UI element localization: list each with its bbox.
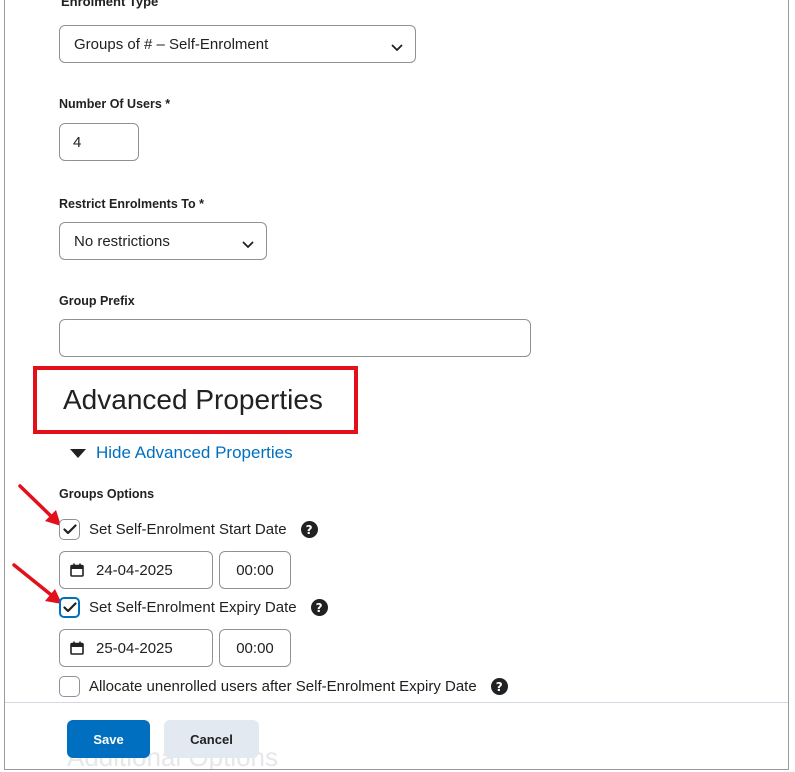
start-date-option: Set Self-Enrolment Start Date ? xyxy=(59,519,318,540)
expiry-date-option: Set Self-Enrolment Expiry Date ? xyxy=(59,597,328,618)
expiry-date-checkbox[interactable] xyxy=(59,597,80,618)
start-date-checkbox-label: Set Self-Enrolment Start Date xyxy=(89,521,287,538)
group-prefix-input[interactable] xyxy=(59,319,531,357)
save-button[interactable]: Save xyxy=(67,720,150,758)
restrict-enrolments-value: No restrictions xyxy=(74,232,170,250)
start-date-input[interactable]: 24-04-2025 xyxy=(59,551,213,589)
group-prefix-label: Group Prefix xyxy=(59,294,135,308)
expiry-date-input[interactable]: 25-04-2025 xyxy=(59,629,213,667)
help-circle-icon[interactable]: ? xyxy=(300,521,318,538)
start-date-value: 24-04-2025 xyxy=(96,561,173,579)
checkmark-icon xyxy=(62,524,77,535)
enrolment-type-select[interactable]: Groups of # – Self-Enrolment xyxy=(59,25,416,63)
checkmark-icon xyxy=(62,602,77,613)
enrolment-type-label: Enrolment Type xyxy=(61,0,159,9)
triangle-down-icon xyxy=(70,448,86,458)
allocate-unenrolled-label: Allocate unenrolled users after Self-Enr… xyxy=(89,678,477,695)
number-of-users-label: Number Of Users * xyxy=(59,97,171,111)
advanced-properties-heading: Advanced Properties xyxy=(63,384,323,415)
required-marker: * xyxy=(199,197,204,211)
hide-advanced-properties-label: Hide Advanced Properties xyxy=(96,443,293,462)
help-circle-icon[interactable]: ? xyxy=(310,599,328,616)
enrolment-type-value: Groups of # – Self-Enrolment xyxy=(74,35,269,53)
chevron-down-icon xyxy=(391,39,403,51)
expiry-time-value: 00:00 xyxy=(236,639,274,657)
form-panel: Enrolment Type Groups of # – Self-Enrolm… xyxy=(4,0,789,770)
groups-options-label: Groups Options xyxy=(59,487,155,501)
number-of-users-value: 4 xyxy=(73,133,82,151)
expiry-date-checkbox-label: Set Self-Enrolment Expiry Date xyxy=(89,599,297,616)
number-of-users-input[interactable]: 4 xyxy=(59,123,139,161)
start-time-input[interactable]: 00:00 xyxy=(219,551,291,589)
start-date-checkbox[interactable] xyxy=(59,519,80,540)
cancel-button[interactable]: Cancel xyxy=(164,720,259,758)
calendar-icon xyxy=(70,641,84,655)
required-marker: * xyxy=(165,97,171,111)
calendar-icon xyxy=(70,563,84,577)
restrict-enrolments-label: Restrict Enrolments To * xyxy=(59,197,204,211)
restrict-enrolments-select[interactable]: No restrictions xyxy=(59,222,267,260)
allocate-unenrolled-checkbox[interactable] xyxy=(59,676,80,697)
help-circle-icon[interactable]: ? xyxy=(490,678,508,695)
start-time-value: 00:00 xyxy=(236,561,274,579)
allocate-unenrolled-option: Allocate unenrolled users after Self-Enr… xyxy=(59,676,508,697)
hide-advanced-properties-toggle[interactable]: Hide Advanced Properties xyxy=(70,443,293,463)
expiry-time-input[interactable]: 00:00 xyxy=(219,629,291,667)
chevron-down-icon xyxy=(242,236,254,248)
expiry-date-value: 25-04-2025 xyxy=(96,639,173,657)
